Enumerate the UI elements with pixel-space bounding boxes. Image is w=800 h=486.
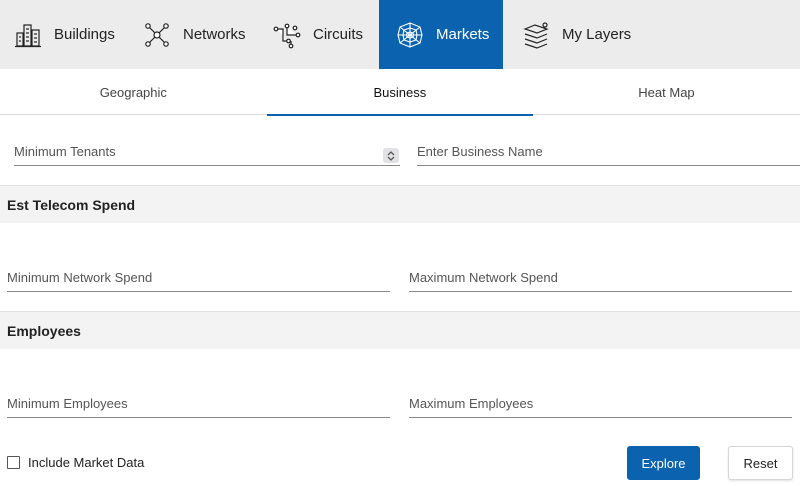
explore-button[interactable]: Explore [627, 446, 700, 480]
nav-tab-label: Networks [183, 26, 246, 43]
section-employees: Employees [0, 311, 800, 349]
minimum-tenants-input[interactable] [14, 142, 400, 166]
circuit-icon [273, 23, 301, 48]
tab-geographic[interactable]: Geographic [0, 69, 267, 115]
layers-icon [523, 21, 549, 49]
tab-business[interactable]: Business [266, 69, 534, 116]
top-nav: Buildings Networks Circuits Markets My L… [0, 0, 800, 69]
minimum-employees-input[interactable] [7, 394, 390, 418]
section-title: Employees [7, 322, 81, 339]
nav-tab-label: My Layers [562, 26, 632, 43]
nav-tab-label: Markets [436, 26, 490, 43]
include-market-data-checkbox[interactable] [7, 456, 20, 469]
include-market-data-row[interactable]: Include Market Data [7, 455, 144, 470]
sub-tabs: Geographic Business Heat Map [0, 69, 800, 116]
reset-button[interactable]: Reset [728, 446, 793, 480]
nav-tab-label: Buildings [54, 26, 115, 43]
nav-tab-label: Circuits [313, 26, 364, 43]
nav-tab-my-layers[interactable]: My Layers [503, 0, 653, 69]
maximum-network-spend-input[interactable] [409, 268, 792, 292]
maximum-employees-input[interactable] [409, 394, 792, 418]
buildings-icon [15, 23, 41, 47]
chevron-up-down-icon [387, 150, 395, 161]
tab-heat-map[interactable]: Heat Map [533, 69, 800, 115]
nav-tab-networks[interactable]: Networks [129, 0, 252, 69]
nav-tab-circuits[interactable]: Circuits [252, 0, 379, 69]
section-telecom-spend: Est Telecom Spend [0, 185, 800, 223]
section-title: Est Telecom Spend [7, 196, 136, 213]
business-name-input[interactable] [417, 142, 800, 166]
nav-tab-markets[interactable]: Markets [379, 0, 503, 69]
tenants-stepper[interactable] [383, 148, 399, 163]
nav-tab-buildings[interactable]: Buildings [0, 0, 129, 69]
include-market-data-label: Include Market Data [28, 455, 145, 470]
web-icon [397, 21, 423, 48]
minimum-network-spend-input[interactable] [7, 268, 390, 292]
network-icon [145, 22, 169, 47]
